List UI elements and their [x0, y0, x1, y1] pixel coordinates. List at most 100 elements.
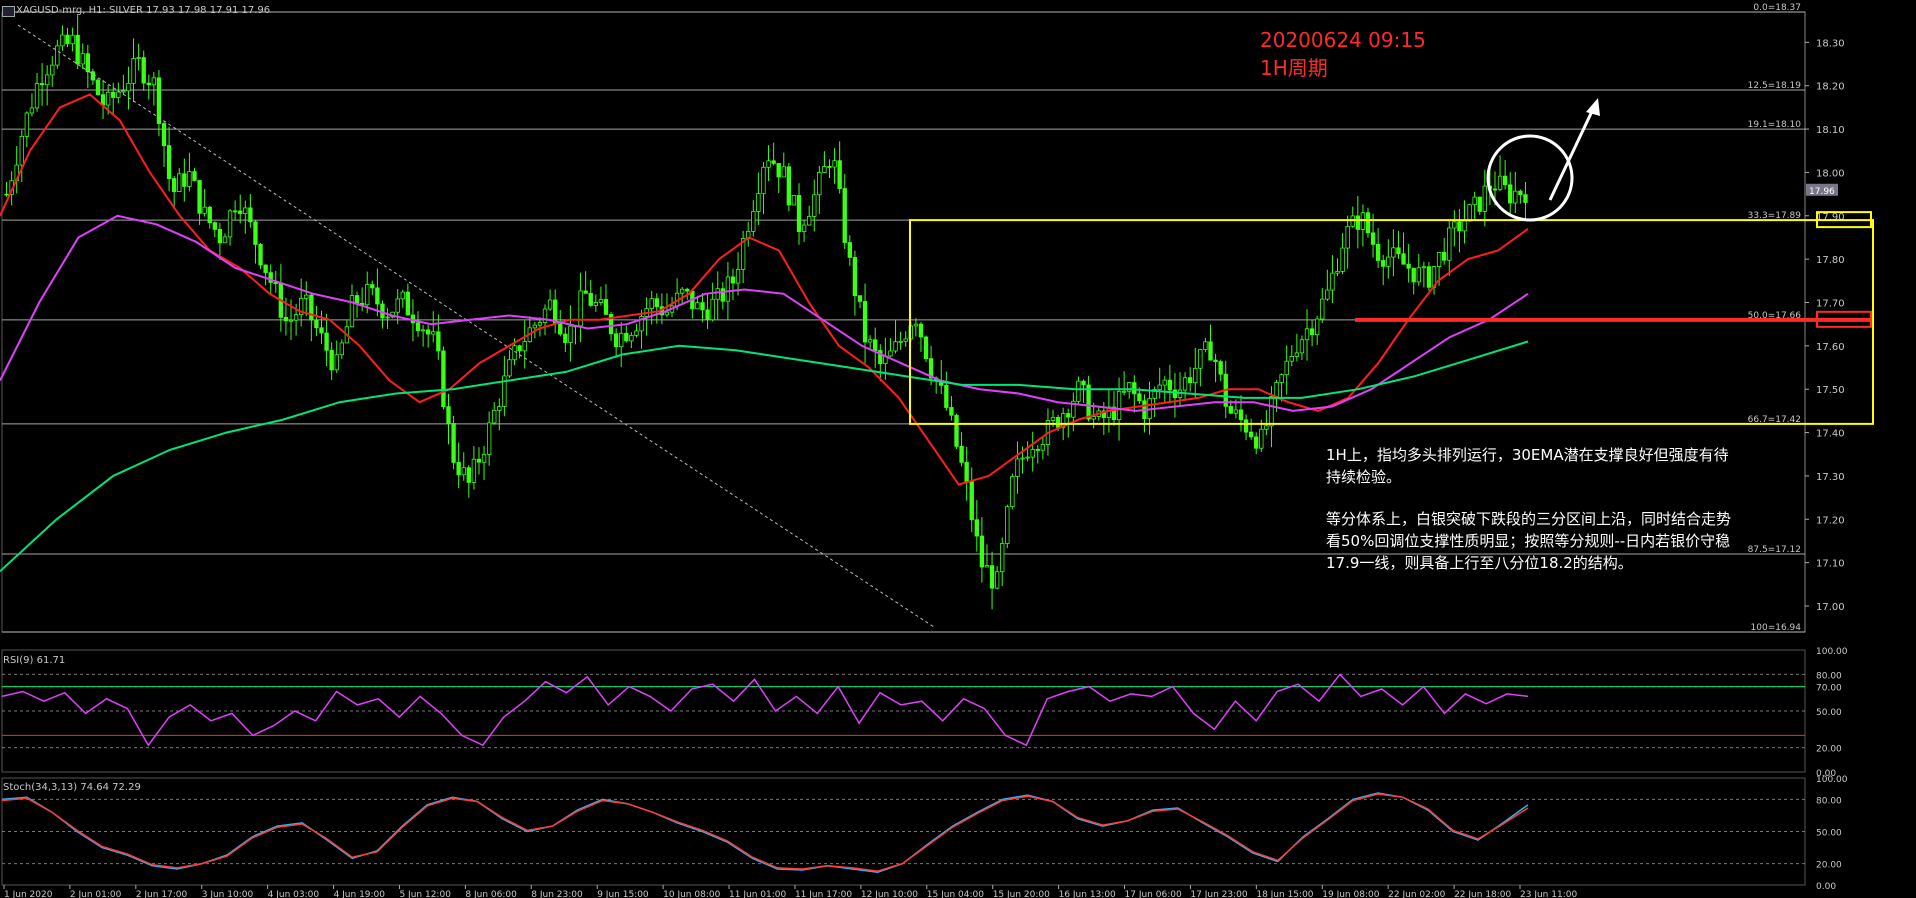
candle-body — [187, 171, 192, 187]
candle-body — [1477, 196, 1482, 212]
candle-body — [121, 90, 126, 93]
price-tick-label: 17.50 — [1816, 385, 1845, 396]
candle-body — [65, 34, 70, 45]
candle-body — [451, 422, 456, 463]
candle-body — [354, 295, 360, 304]
candle-body — [349, 295, 355, 328]
time-tick-label: 11 Jun 17:00 — [795, 890, 852, 898]
candle-body — [481, 453, 487, 463]
analysis-note-p2: 等分体系上，白银突破下跌段的三分区间上沿，同时结合走势看50%回调位支撑性质明显… — [1326, 510, 1732, 572]
time-tick-label: 10 Jun 08:00 — [663, 890, 720, 898]
candle-body — [923, 336, 929, 359]
candle-body — [964, 461, 969, 483]
price-tick-label: 18.20 — [1816, 82, 1845, 93]
candle-body — [1248, 431, 1254, 438]
candle-body — [537, 322, 543, 326]
time-tick-label: 17 Jun 06:00 — [1125, 890, 1182, 898]
candle-body — [258, 244, 263, 266]
candle-body — [39, 83, 45, 86]
candle-body — [1396, 247, 1401, 255]
candle-body — [166, 145, 172, 179]
candle-body — [136, 57, 141, 59]
candle-body — [1370, 232, 1376, 245]
candle-body — [751, 211, 756, 232]
price-tick-label: 17.00 — [1816, 602, 1845, 613]
price-tick-label: 17.60 — [1816, 342, 1845, 353]
candle-body — [141, 57, 146, 84]
candle-body — [80, 53, 85, 65]
candle-body — [705, 309, 710, 321]
candle-body — [365, 284, 370, 306]
annotation-title: 20200624 09:15 1H周期 — [1260, 26, 1426, 82]
candle-body — [812, 194, 817, 217]
candle-body — [304, 294, 309, 299]
time-tick-label: 15 Jun 20:00 — [993, 890, 1050, 898]
time-tick-label: 2 Jun 01:00 — [70, 890, 122, 898]
candle-body — [131, 58, 136, 84]
candle-body — [1025, 456, 1030, 459]
candle-body — [1426, 266, 1432, 288]
osc-tick-label: 50.00 — [1816, 708, 1842, 718]
candle-body — [492, 409, 497, 424]
osc-tick-label: 20.00 — [1816, 861, 1842, 871]
candle-body — [1035, 449, 1040, 451]
candle-body — [161, 123, 167, 147]
chart-window-icon[interactable] — [2, 6, 15, 17]
candle-body — [685, 288, 690, 292]
candle-body — [177, 173, 182, 192]
candle-body — [486, 422, 492, 455]
candle-body — [227, 210, 233, 238]
candle-body — [624, 332, 629, 342]
candle-body — [24, 112, 30, 137]
candle-body — [207, 206, 212, 224]
candle-body — [217, 229, 223, 244]
candle-body — [735, 268, 741, 284]
candle-body — [842, 188, 847, 243]
candle-body — [954, 414, 959, 447]
price-tick-label: 17.20 — [1816, 515, 1845, 526]
candle-body — [649, 298, 654, 309]
osc-tick-label: 80.00 — [1816, 796, 1842, 806]
candle-body — [1462, 220, 1467, 232]
rsi-panel: 100.0080.0070.0050.0020.000.00 — [1, 647, 1848, 779]
candle-body — [1340, 247, 1345, 272]
candle-body — [898, 340, 903, 343]
candle-body — [1457, 221, 1462, 232]
candle-body — [1497, 175, 1503, 190]
time-tick-label: 22 Jun 02:00 — [1388, 890, 1445, 898]
candle-body — [593, 302, 598, 306]
candle-body — [497, 406, 502, 411]
candle-body — [1502, 175, 1508, 186]
osc-tick-label: 0.00 — [1816, 882, 1836, 892]
candle-body — [1355, 215, 1360, 230]
candle-body — [1447, 227, 1452, 261]
candle-body — [1421, 266, 1427, 269]
candle-body — [1436, 251, 1442, 267]
candle-body — [1401, 253, 1406, 265]
candle-body — [1243, 419, 1249, 433]
candle-body — [517, 345, 522, 352]
candle-body — [1518, 190, 1523, 196]
candle-body — [1254, 436, 1259, 449]
candle-body — [202, 206, 207, 214]
candle-body — [334, 354, 339, 371]
candle-body — [553, 299, 558, 324]
time-tick-label: 8 Jun 23:00 — [531, 890, 583, 898]
candle-body — [461, 467, 466, 476]
candle-body — [867, 339, 873, 343]
candle-body — [319, 327, 324, 334]
candle-body — [974, 519, 979, 537]
candle-body — [654, 298, 659, 308]
candle-body — [786, 166, 792, 206]
candle-body — [1264, 425, 1269, 430]
candle-body — [1467, 204, 1472, 222]
candle-body — [847, 242, 852, 258]
candle-body — [837, 160, 842, 189]
candle-body — [1482, 185, 1487, 212]
candle-body — [70, 34, 75, 45]
candle-body — [766, 160, 771, 168]
fib-level-label: 19.1=18.10 — [1748, 120, 1802, 130]
candle-body — [1091, 416, 1096, 420]
candle-body — [339, 342, 344, 356]
price-tick-label: 18.30 — [1816, 38, 1845, 49]
